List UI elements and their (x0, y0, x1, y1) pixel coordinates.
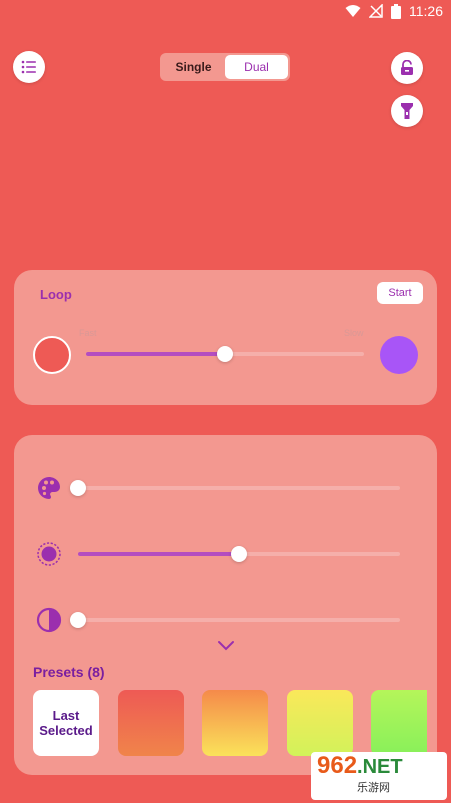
mode-dual[interactable]: Dual (225, 55, 288, 79)
menu-button[interactable] (13, 51, 45, 83)
brightness-thumb[interactable] (231, 546, 247, 562)
preset-item[interactable] (202, 690, 268, 756)
watermark-logo: 962.NET 乐游网 (311, 752, 447, 800)
wifi-icon (345, 5, 361, 17)
preset-item[interactable] (371, 690, 427, 756)
palette-icon (38, 477, 60, 499)
flashlight-button[interactable] (391, 95, 423, 127)
list-icon (21, 60, 36, 74)
adjustment-card: Presets (8) Last Selected (14, 435, 437, 775)
brightness-slider[interactable] (78, 546, 400, 562)
battery-icon (391, 3, 401, 19)
loop-color-left[interactable] (33, 336, 71, 374)
chevron-down-icon[interactable] (217, 640, 235, 652)
watermark-net: .NET (357, 756, 403, 778)
loop-speed-thumb[interactable] (217, 346, 233, 362)
flashlight-icon (401, 103, 413, 119)
contrast-slider[interactable] (70, 612, 400, 628)
loop-card: Loop Start Fast Slow (14, 270, 437, 405)
saturation-thumb[interactable] (70, 480, 86, 496)
status-bar: 11:26 (0, 0, 451, 24)
loop-slider-min-label: Fast (79, 328, 97, 338)
saturation-slider[interactable] (70, 480, 400, 496)
loop-slider-max-label: Slow (344, 328, 364, 338)
preset-item[interactable] (287, 690, 353, 756)
loop-color-right[interactable] (380, 336, 418, 374)
preset-item[interactable] (118, 690, 184, 756)
watermark-sub: 乐游网 (357, 782, 390, 794)
preset-last-selected[interactable]: Last Selected (33, 690, 99, 756)
lock-button[interactable] (391, 52, 423, 84)
no-signal-icon (369, 4, 383, 18)
presets-title: Presets (8) (33, 664, 105, 680)
brightness-icon (37, 542, 61, 566)
contrast-icon (36, 607, 62, 633)
contrast-thumb[interactable] (70, 612, 86, 628)
mode-single[interactable]: Single (162, 55, 225, 79)
loop-speed-slider[interactable] (86, 346, 364, 362)
clock: 11:26 (409, 3, 443, 19)
loop-title: Loop (40, 287, 72, 302)
start-button[interactable]: Start (377, 282, 423, 304)
unlock-icon (401, 60, 413, 75)
watermark-main: 962 (317, 752, 358, 779)
mode-toggle[interactable]: Single Dual (160, 53, 290, 81)
presets-list: Last Selected (33, 690, 427, 756)
